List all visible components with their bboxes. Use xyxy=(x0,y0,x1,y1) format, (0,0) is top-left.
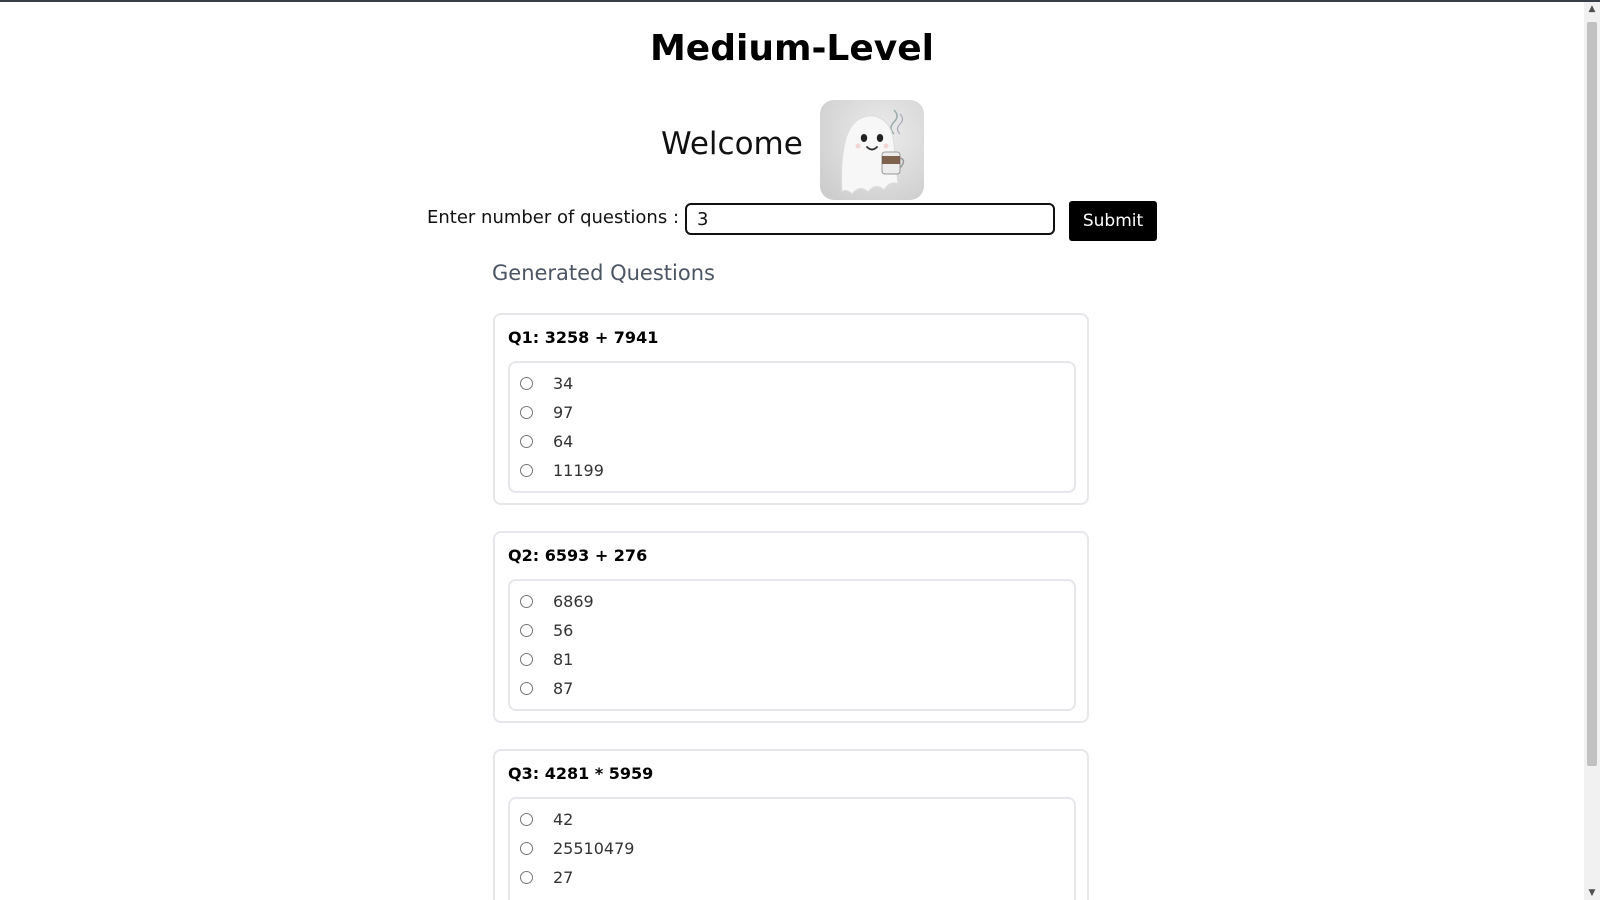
question-card: Q2: 6593 + 276 6869 56 81 87 xyxy=(493,531,1089,723)
option-item[interactable]: 97 xyxy=(520,402,920,426)
question-card: Q3: 4281 * 5959 42 25510479 27 xyxy=(493,749,1089,900)
radio-button[interactable] xyxy=(520,682,533,695)
scroll-down-arrow-icon[interactable]: ▼ xyxy=(1584,886,1600,900)
option-label[interactable]: 87 xyxy=(553,679,573,698)
question-header: Q3: 4281 * 5959 xyxy=(508,764,653,783)
radio-button[interactable] xyxy=(520,842,533,855)
option-label[interactable]: 34 xyxy=(553,374,573,393)
option-label[interactable]: 25510479 xyxy=(553,839,634,858)
question-card: Q1: 3258 + 7941 34 97 64 11199 xyxy=(493,313,1089,505)
radio-button[interactable] xyxy=(520,464,533,477)
question-count-form: Enter number of questions : Submit xyxy=(0,199,1584,243)
option-label[interactable]: 81 xyxy=(553,650,573,669)
option-item[interactable]: 34 xyxy=(520,373,920,397)
question-header: Q2: 6593 + 276 xyxy=(508,546,647,565)
options-group: 42 25510479 27 xyxy=(508,797,1076,900)
option-label[interactable]: 97 xyxy=(553,403,573,422)
question-number: Q1: xyxy=(508,328,540,347)
question-number: Q2: xyxy=(508,546,540,565)
scrollbar-thumb[interactable] xyxy=(1587,22,1597,766)
radio-button[interactable] xyxy=(520,653,533,666)
radio-button[interactable] xyxy=(520,435,533,448)
ghost-mascot-image xyxy=(820,100,924,200)
submit-button[interactable]: Submit xyxy=(1069,201,1157,241)
options-group: 6869 56 81 87 xyxy=(508,579,1076,711)
question-count-label: Enter number of questions : xyxy=(427,207,680,228)
option-item[interactable]: 56 xyxy=(520,620,920,644)
page-viewport: Medium-Level Welcome Enter number of que… xyxy=(0,2,1584,900)
welcome-row: Welcome xyxy=(0,96,1584,200)
option-item[interactable]: 11199 xyxy=(520,460,920,484)
option-label[interactable]: 27 xyxy=(553,868,573,887)
vertical-scrollbar[interactable]: ▲ ▼ xyxy=(1584,2,1600,900)
option-item[interactable] xyxy=(520,896,920,900)
option-item[interactable]: 6869 xyxy=(520,591,920,615)
radio-button[interactable] xyxy=(520,813,533,826)
question-expression: 6593 + 276 xyxy=(544,546,648,565)
page-title: Medium-Level xyxy=(649,28,934,69)
option-label[interactable]: 42 xyxy=(553,810,573,829)
question-expression: 3258 + 7941 xyxy=(544,328,659,347)
option-item[interactable]: 42 xyxy=(520,809,920,833)
option-label[interactable]: 6869 xyxy=(553,592,594,611)
options-group: 34 97 64 11199 xyxy=(508,361,1076,493)
option-label[interactable]: 56 xyxy=(553,621,573,640)
radio-button[interactable] xyxy=(520,624,533,637)
option-item[interactable]: 25510479 xyxy=(520,838,920,862)
question-count-input[interactable] xyxy=(685,203,1055,235)
radio-button[interactable] xyxy=(520,377,533,390)
welcome-text: Welcome xyxy=(661,126,803,162)
option-item[interactable]: 64 xyxy=(520,431,920,455)
question-expression: 4281 * 5959 xyxy=(544,764,654,783)
question-header: Q1: 3258 + 7941 xyxy=(508,328,658,347)
option-label[interactable]: 64 xyxy=(553,432,573,451)
radio-button[interactable] xyxy=(520,406,533,419)
generated-questions-heading: Generated Questions xyxy=(492,261,715,285)
option-label[interactable]: 11199 xyxy=(553,461,604,480)
option-item[interactable]: 87 xyxy=(520,678,920,702)
radio-button[interactable] xyxy=(520,871,533,884)
scroll-up-arrow-icon[interactable]: ▲ xyxy=(1584,2,1600,16)
radio-button[interactable] xyxy=(520,595,533,608)
option-item[interactable]: 81 xyxy=(520,649,920,673)
question-number: Q3: xyxy=(508,764,540,783)
ghost-icon xyxy=(841,109,905,195)
option-item[interactable]: 27 xyxy=(520,867,920,891)
